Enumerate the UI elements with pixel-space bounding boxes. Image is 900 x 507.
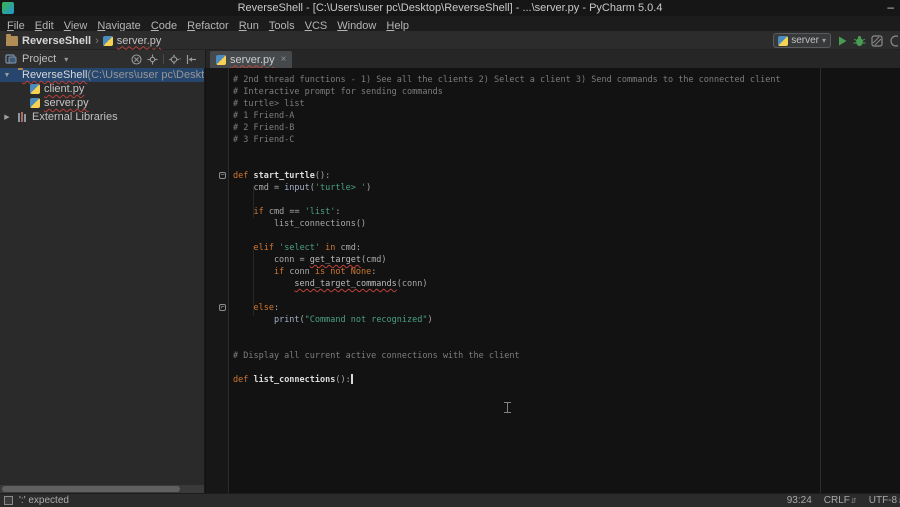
menu-bar: File Edit View Navigate Code Refactor Run Tools… xyxy=(0,16,900,32)
hide-panel-icon[interactable] xyxy=(186,54,197,65)
project-root-path: (C:\Users\user pc\Desktop\Reverse xyxy=(87,69,205,81)
breadcrumb-file-label: server.py xyxy=(116,34,162,47)
python-file-icon xyxy=(102,35,113,46)
breadcrumb-root-label: ReverseShell xyxy=(22,34,92,47)
code-line: # 2nd thread functions - 1) See all the … xyxy=(233,75,781,85)
fold-end-icon[interactable]: ⌐ xyxy=(219,304,226,311)
tree-row-server-py[interactable]: server.py xyxy=(0,96,204,110)
tree-row-project-root[interactable]: ▼ ReverseShell (C:\Users\user pc\Desktop… xyxy=(0,68,204,82)
code-line: # turtle> list xyxy=(233,99,305,109)
code-line: # 2 Friend-B xyxy=(233,123,295,133)
tree-row-external-libraries[interactable]: ▶ External Libraries xyxy=(0,110,204,124)
collapse-all-icon[interactable] xyxy=(131,53,142,65)
breadcrumb-file[interactable]: server.py xyxy=(102,31,162,50)
tree-file-label: client.py xyxy=(44,83,85,95)
right-margin-guide xyxy=(820,68,821,493)
code-line: elif 'select' in cmd: xyxy=(253,243,362,253)
project-panel-header: Project ▾ xyxy=(0,50,205,68)
window-title: ReverseShell - [C:\Users\user pc\Desktop… xyxy=(237,2,663,14)
code-line: else: xyxy=(253,303,280,313)
code-line: # 3 Friend-C xyxy=(233,135,295,145)
horizontal-scrollbar-thumb[interactable] xyxy=(2,486,180,492)
libraries-icon xyxy=(18,112,28,122)
profiler-button[interactable] xyxy=(888,34,898,47)
horizontal-scrollbar-track[interactable] xyxy=(0,485,204,493)
updown-icon: ⇵ xyxy=(850,498,857,505)
status-bar: ':' expected 93:24 CRLF⇵ UTF-8⇵ xyxy=(0,493,900,507)
editor-gutter: − ⌐ xyxy=(206,68,229,493)
code-line: if cmd == 'list': xyxy=(253,207,341,217)
line-separator-indicator[interactable]: CRLF⇵ xyxy=(824,495,857,506)
code-line: conn = get_target(cmd) xyxy=(233,255,387,265)
run-with-coverage-button[interactable] xyxy=(871,34,883,47)
python-file-icon xyxy=(30,98,40,108)
project-root-name: ReverseShell xyxy=(22,69,88,81)
breadcrumb: ReverseShell › server.py xyxy=(6,31,161,50)
code-lines: # 2nd thread functions - 1) See all the … xyxy=(233,74,781,386)
code-line: # 1 Friend-A xyxy=(233,111,295,121)
run-configuration-label: server xyxy=(791,35,819,46)
status-error-message: ':' expected xyxy=(19,495,69,506)
encoding-indicator[interactable]: UTF-8⇵ xyxy=(869,495,900,506)
project-tree-panel: ▼ ReverseShell (C:\Users\user pc\Desktop… xyxy=(0,68,205,493)
editor-tab-strip: server.py × xyxy=(205,50,900,68)
chevron-down-icon[interactable]: ▾ xyxy=(64,55,68,64)
code-line: # Interactive prompt for sending command… xyxy=(233,87,443,97)
project-panel-icon xyxy=(5,54,17,64)
code-editor[interactable]: − ⌐ # 2nd thread functions - 1) See all … xyxy=(206,68,900,493)
status-right: 93:24 CRLF⇵ UTF-8⇵ xyxy=(787,494,900,507)
debug-button[interactable] xyxy=(853,35,866,47)
scroll-from-source-icon[interactable] xyxy=(147,54,158,65)
code-line: print("Command not recognized") xyxy=(273,315,433,325)
python-file-icon xyxy=(30,84,40,94)
tab-label: server.py xyxy=(230,53,275,66)
run-button[interactable] xyxy=(836,35,848,47)
code-line: # Display all current active connections… xyxy=(233,351,520,361)
text-caret xyxy=(350,374,353,384)
tree-row-client-py[interactable]: client.py xyxy=(0,82,204,96)
project-panel-actions xyxy=(131,53,197,65)
breadcrumb-root[interactable]: ReverseShell xyxy=(6,31,91,50)
tree-expanded-icon[interactable]: ▼ xyxy=(2,72,12,79)
code-line: send_target_commands(conn) xyxy=(294,279,428,289)
settings-gear-icon[interactable] xyxy=(169,54,181,65)
tree-file-label: server.py xyxy=(44,97,89,109)
folder-icon xyxy=(6,33,18,46)
external-libraries-label: External Libraries xyxy=(32,111,118,123)
python-file-icon xyxy=(778,35,789,46)
project-panel-title[interactable]: Project xyxy=(22,53,56,65)
toggle-toolwindows-icon[interactable] xyxy=(4,496,13,505)
mouse-ibeam-cursor xyxy=(504,402,511,413)
code-line: cmd = input('turtle> ') xyxy=(233,183,372,193)
navigation-bar: ReverseShell › server.py server ▾ xyxy=(0,31,900,50)
run-controls: server ▾ xyxy=(773,32,898,49)
tree-collapsed-icon[interactable]: ▶ xyxy=(2,113,12,121)
pycharm-window: ReverseShell - [C:\Users\user pc\Desktop… xyxy=(0,0,900,507)
status-left: ':' expected xyxy=(4,494,69,507)
title-bar: ReverseShell - [C:\Users\user pc\Desktop… xyxy=(0,0,900,16)
chevron-down-icon: ▾ xyxy=(821,36,826,45)
python-file-icon xyxy=(216,54,226,65)
tab-server-py[interactable]: server.py × xyxy=(210,51,293,68)
code-line: def list_connections(): xyxy=(233,374,353,385)
minimize-button[interactable]: – xyxy=(887,0,894,14)
fold-collapse-icon[interactable]: − xyxy=(219,172,226,179)
code-line: list_connections() xyxy=(233,219,367,229)
tab-close-icon[interactable]: × xyxy=(281,54,287,65)
code-line: def start_turtle(): xyxy=(233,171,331,181)
code-line: if conn is not None: xyxy=(273,267,377,277)
breadcrumb-separator-icon: › xyxy=(95,34,99,47)
toolbar-divider xyxy=(163,54,164,64)
caret-position-indicator[interactable]: 93:24 xyxy=(787,495,812,506)
run-configuration-select[interactable]: server ▾ xyxy=(773,33,831,48)
